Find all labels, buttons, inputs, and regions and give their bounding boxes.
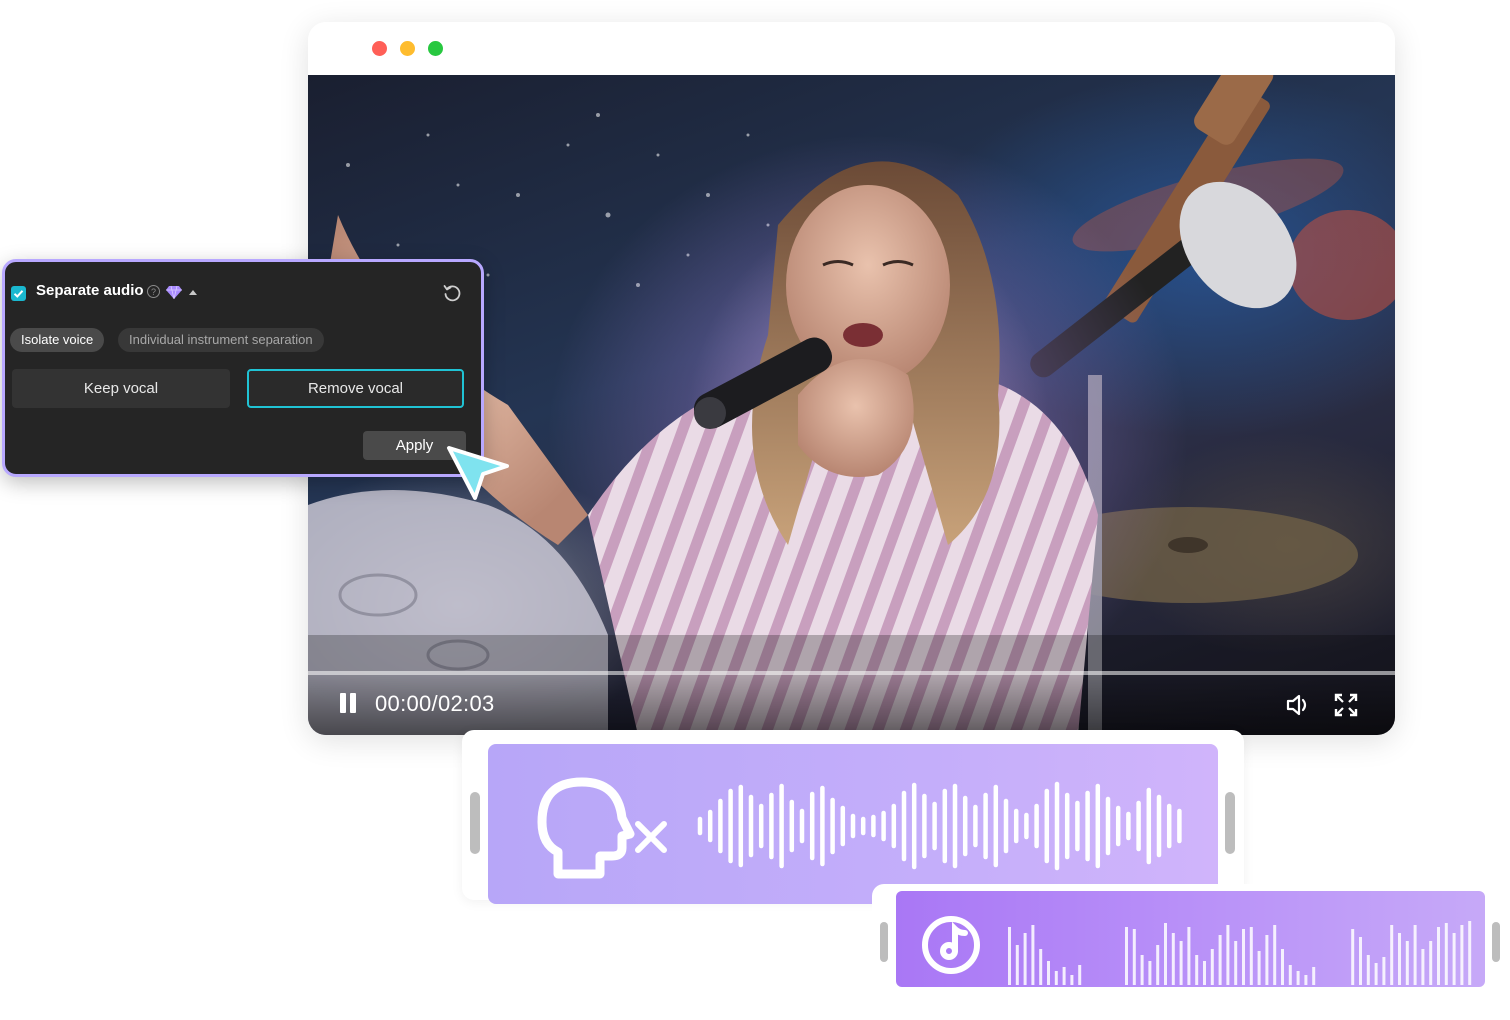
music-wave-bar [1460,925,1464,985]
music-wave-bar [1078,965,1082,985]
music-wave-bar [1031,925,1035,985]
music-wave-bar [1444,923,1448,985]
music-wave-bar [1257,951,1261,985]
music-wave-bar [1140,955,1144,985]
music-wave-bar [1195,955,1199,985]
music-wave-bar [1203,961,1206,985]
music-note-icon [922,916,980,974]
music-wave-bar [1132,929,1136,985]
mouse-pointer-icon [447,446,509,500]
tab-isolate-voice[interactable]: Isolate voice [10,328,105,352]
music-wave-bar [1039,949,1043,985]
music-wave-bar [1187,927,1191,985]
player-controls: 00:00/02:03 [308,675,1395,735]
music-wave-bar [1359,937,1362,985]
tab-individual-instrument-separation[interactable]: Individual instrument separation [118,328,324,352]
help-icon[interactable]: ? [147,285,160,298]
window-titlebar [308,22,1395,75]
music-wave-bar [1249,927,1253,985]
keep-vocal-button[interactable]: Keep vocal [12,369,230,408]
fullscreen-icon[interactable] [1332,691,1360,719]
music-wave-bar [1429,941,1433,985]
panel-title: Separate audio [36,282,144,299]
music-wave-bar [1234,941,1238,985]
voice-track-right-handle[interactable] [1225,792,1235,854]
music-track-right-handle[interactable] [1492,922,1500,962]
music-wave-bar [1405,941,1409,985]
music-wave-bar [1288,965,1292,985]
music-wave-bar [1398,933,1401,985]
music-wave-bar [1382,957,1386,985]
music-wave-bar [1468,921,1472,985]
volume-icon[interactable] [1284,691,1312,719]
voice-track-graphic [537,777,1182,879]
voice-track-left-handle[interactable] [470,792,480,854]
music-track-graphic [922,916,1472,985]
music-track[interactable] [896,891,1485,987]
music-wave-bar [1437,927,1440,985]
music-wave-bar [1452,933,1456,985]
music-wave-bar [1062,967,1066,985]
music-wave-bar [1312,967,1316,985]
close-window-button[interactable] [372,41,387,56]
premium-gem-icon [166,285,182,299]
timecode: 00:00/02:03 [375,691,495,716]
music-wave-bar [1265,935,1269,985]
music-wave-bar [1304,975,1308,985]
music-wave-bar [1242,929,1245,985]
caret-up-icon[interactable] [188,288,198,296]
head-muted-icon [537,777,667,879]
minimize-window-button[interactable] [400,41,415,56]
music-wave-bar [1023,933,1027,985]
music-track-left-handle[interactable] [880,922,888,962]
music-wave-bar [1156,945,1160,985]
music-wave-bar [1164,923,1167,985]
music-wave-bar [1047,961,1050,985]
maximize-window-button[interactable] [428,41,443,56]
music-wave-bar [1281,949,1284,985]
music-waveform [1008,921,1472,985]
music-wave-bar [1273,925,1277,985]
music-wave-bar [1296,971,1300,985]
reset-icon[interactable] [442,283,462,303]
voice-track[interactable] [488,744,1218,904]
music-wave-bar [1366,955,1370,985]
music-wave-bar [1125,927,1128,985]
music-wave-bar [1351,929,1355,985]
check-icon [13,290,24,298]
music-wave-bar [1015,945,1019,985]
voice-waveform [697,781,1182,871]
pause-icon[interactable] [338,693,360,715]
music-wave-bar [1390,925,1394,985]
music-wave-bar [1210,949,1214,985]
music-wave-bar [1070,975,1074,985]
music-wave-bar [1421,949,1425,985]
separate-audio-checkbox[interactable] [11,286,26,301]
music-wave-bar [1171,933,1175,985]
music-wave-bar [1148,961,1152,985]
music-wave-bar [1054,971,1058,985]
music-wave-bar [1226,925,1230,985]
music-wave-bar [1008,927,1011,985]
music-wave-bar [1218,935,1222,985]
remove-vocal-button[interactable]: Remove vocal [247,369,464,408]
music-wave-bar [1413,925,1417,985]
music-wave-bar [1374,963,1378,985]
separate-audio-panel: Separate audio ? Isolate voice Individua… [2,259,484,477]
music-wave-bar [1179,941,1183,985]
